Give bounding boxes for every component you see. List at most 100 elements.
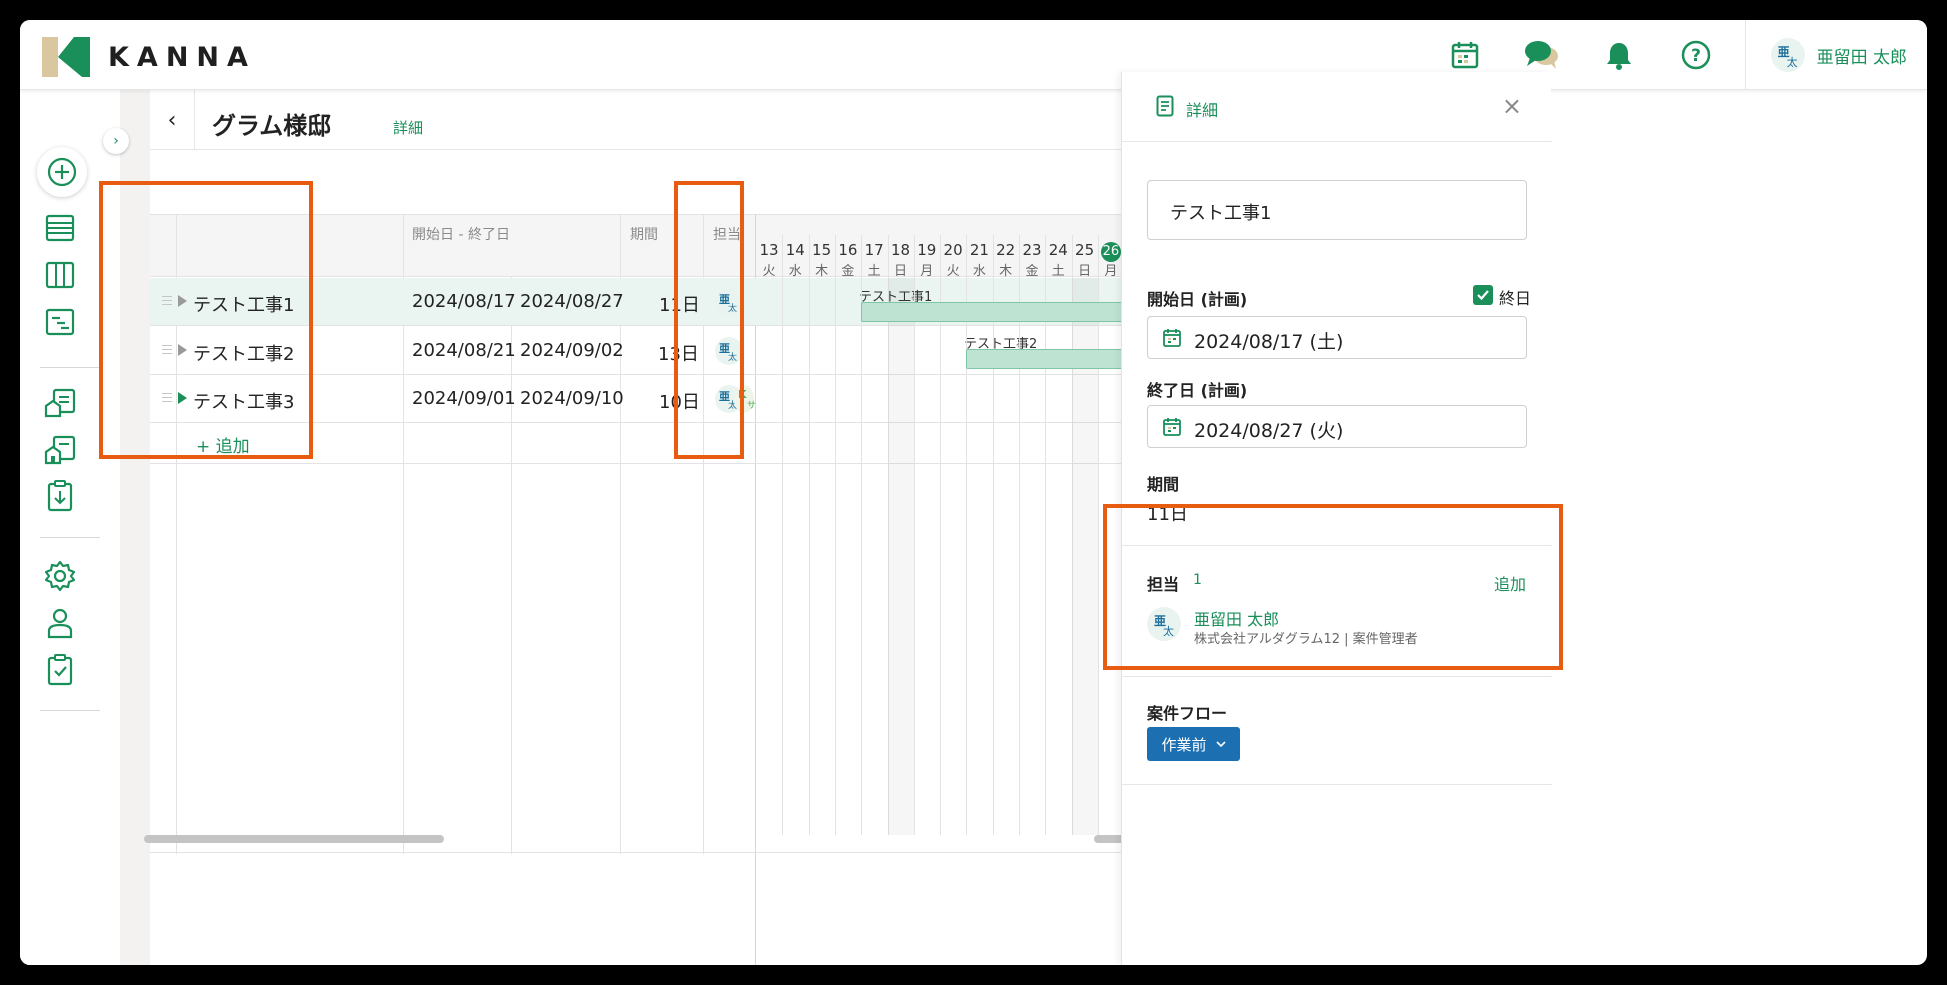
task-end[interactable]: 2024/08/27 <box>520 291 624 312</box>
sidebar-separator <box>40 537 100 538</box>
section-divider <box>1122 676 1552 677</box>
panel-title: 詳細 <box>1186 101 1219 120</box>
gantt-weekday: 火 <box>946 264 960 279</box>
gantt-day-number: 17 <box>864 241 884 259</box>
gantt-grid-line <box>834 235 836 835</box>
gantt-day-number: 26 <box>1098 241 1124 262</box>
calendar-icon <box>1163 329 1181 347</box>
project-flow-dropdown[interactable]: 作業前 <box>1147 727 1240 761</box>
gantt-weekday: 金 <box>841 264 855 279</box>
estate-doc-icon[interactable] <box>40 383 80 423</box>
list-icon[interactable] <box>40 208 80 248</box>
gantt-grid-line <box>992 235 994 835</box>
task-end[interactable]: 2024/09/02 <box>520 340 624 361</box>
gantt-day-number: 23 <box>1022 241 1042 259</box>
gantt-day-number: 13 <box>759 241 779 259</box>
grid-line <box>703 464 704 854</box>
sidebar-expand-button[interactable]: › <box>103 128 129 154</box>
gantt-icon[interactable] <box>40 302 80 342</box>
gantt-day-number: 14 <box>785 241 805 259</box>
gantt-weekday: 水 <box>788 264 802 279</box>
gantt-weekday: 日 <box>893 264 907 279</box>
add-button[interactable] <box>37 147 87 197</box>
gantt-grid-line <box>861 235 863 835</box>
gantt-day-number: 15 <box>812 241 832 259</box>
settings-icon[interactable] <box>40 556 80 596</box>
gantt-grid-line <box>913 235 915 835</box>
gantt-weekday: 土 <box>867 264 881 279</box>
chevron-down-icon <box>1215 740 1226 747</box>
highlight-box-assignee-column <box>674 181 744 459</box>
task-start[interactable]: 2024/08/21 <box>412 340 516 361</box>
start-date-field[interactable]: 2024/08/17 (土) <box>1147 316 1527 359</box>
page-detail-link[interactable]: 詳細 <box>393 117 423 138</box>
gantt-grid-line <box>1097 235 1099 835</box>
end-date-value: 2024/08/27 (火) <box>1194 420 1344 442</box>
gantt-weekday: 金 <box>1025 264 1039 279</box>
gantt-day-number: 20 <box>943 241 963 259</box>
top-bar: KANNA ? 亜 太 亜留田 太郎 <box>20 20 1927 90</box>
task-end[interactable]: 2024/09/10 <box>520 388 624 409</box>
user-menu[interactable]: 亜 太 亜留田 太郎 <box>1744 20 1927 90</box>
task-start[interactable]: 2024/08/17 <box>412 291 516 312</box>
page-header: ‹ グラム様邸 詳細 <box>150 90 1150 150</box>
app-window: KANNA ? 亜 太 亜留田 太郎 › ‹ グラム様邸 詳細 開始日 - 終了… <box>20 20 1927 965</box>
close-icon[interactable]: × <box>1502 92 1522 120</box>
end-date-field[interactable]: 2024/08/27 (火) <box>1147 405 1527 448</box>
start-date-label: 開始日 (計画) <box>1147 290 1248 309</box>
logo-text: KANNA <box>108 41 256 73</box>
gantt-day-number: 18 <box>890 241 911 259</box>
project-flow-label: 案件フロー <box>1147 704 1228 723</box>
period-label: 期間 <box>1147 475 1180 494</box>
all-day-checkbox[interactable] <box>1473 285 1493 305</box>
kanna-logo[interactable]: KANNA <box>42 37 256 77</box>
gantt-grid-line <box>940 235 942 835</box>
col-period: 期間 <box>630 227 658 243</box>
gantt-weekday: 月 <box>1104 264 1118 279</box>
plus-circle-icon <box>47 157 77 187</box>
gantt-bar[interactable] <box>861 302 1160 322</box>
panel-header: 詳細 × <box>1122 72 1552 142</box>
kanna-logo-mark-icon <box>42 37 90 77</box>
gantt-day-number: 19 <box>917 241 937 259</box>
start-date-value: 2024/08/17 (土) <box>1194 331 1344 353</box>
user-avatar: 亜 太 <box>1770 38 1805 72</box>
grid-line <box>511 464 512 854</box>
horizontal-scrollbar[interactable] <box>144 835 444 843</box>
gantt-weekend-shade <box>888 278 914 835</box>
user-icon[interactable] <box>40 603 80 643</box>
gantt-weekday: 火 <box>762 264 776 279</box>
gantt-weekday: 木 <box>999 264 1013 279</box>
end-date-label: 終了日 (計画) <box>1147 381 1248 400</box>
task-start[interactable]: 2024/09/01 <box>412 388 516 409</box>
gantt-grid-line <box>1019 235 1020 835</box>
gantt-weekday: 日 <box>1078 264 1092 279</box>
grid-line <box>150 852 1150 853</box>
svg-text:?: ? <box>1691 46 1701 66</box>
document-icon <box>1156 95 1174 117</box>
download-board-icon[interactable] <box>40 476 80 516</box>
grid-line <box>620 464 621 854</box>
section-divider <box>1122 784 1552 785</box>
columns-icon[interactable] <box>40 255 80 295</box>
gantt-weekday: 土 <box>1051 264 1065 279</box>
help-icon[interactable]: ? <box>1658 20 1735 90</box>
gantt-day-number: 22 <box>996 241 1016 259</box>
bell-icon[interactable] <box>1581 20 1658 90</box>
all-day-label: 終日 <box>1499 289 1532 308</box>
gantt-grid-line <box>966 235 968 835</box>
page-title: グラム様邸 <box>212 112 332 140</box>
sidebar-separator <box>40 367 100 368</box>
col-date-range: 開始日 - 終了日 <box>412 227 510 243</box>
checklist-icon[interactable] <box>40 650 80 690</box>
back-button[interactable]: ‹ <box>150 90 195 150</box>
gantt-weekday: 月 <box>920 264 934 279</box>
building-doc-icon[interactable] <box>40 430 80 470</box>
gantt-day-number: 24 <box>1048 241 1068 259</box>
task-name-field[interactable]: テスト工事1 <box>1147 180 1527 240</box>
sidebar-separator <box>40 710 100 711</box>
highlight-box-task-names <box>99 181 313 459</box>
gantt-day-number: 16 <box>838 241 858 259</box>
gantt-grid-line <box>808 235 810 835</box>
user-name: 亜留田 太郎 <box>1816 47 1907 68</box>
